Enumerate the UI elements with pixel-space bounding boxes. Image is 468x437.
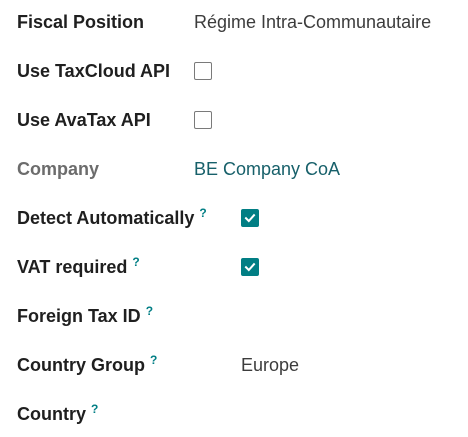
field-vat-required: VAT required? (0, 255, 468, 285)
field-foreign-tax-id: Foreign Tax ID? (0, 304, 468, 334)
fiscal-position-label: Fiscal Position (17, 12, 145, 32)
use-avatax-label: Use AvaTax API (17, 110, 151, 130)
foreign-tax-id-label: Foreign Tax ID? (17, 304, 153, 328)
company-label: Company (17, 159, 100, 179)
country-group-label: Country Group? (17, 353, 157, 377)
fiscal-position-value[interactable]: Régime Intra-Communautaire (194, 10, 431, 34)
vat-required-label: VAT required? (17, 255, 140, 279)
country-label: Country? (17, 402, 98, 426)
field-country: Country? (0, 402, 468, 432)
field-company: Company BE Company CoA (0, 157, 468, 187)
help-icon[interactable]: ? (146, 304, 153, 318)
company-link[interactable]: BE Company CoA (194, 157, 340, 181)
country-group-text: Country Group (17, 355, 145, 375)
use-taxcloud-label: Use TaxCloud API (17, 61, 171, 81)
vat-required-text: VAT required (17, 257, 128, 277)
field-country-group: Country Group? Europe (0, 353, 468, 383)
vat-required-checkbox[interactable] (241, 258, 259, 276)
check-icon (244, 213, 256, 223)
field-use-avatax: Use AvaTax API (0, 108, 468, 138)
detect-automatically-text: Detect Automatically (17, 208, 195, 228)
foreign-tax-id-text: Foreign Tax ID (17, 306, 141, 326)
country-text: Country (17, 404, 86, 424)
help-icon[interactable]: ? (91, 402, 98, 416)
detect-automatically-label: Detect Automatically? (17, 206, 207, 230)
help-icon[interactable]: ? (132, 255, 139, 269)
detect-automatically-checkbox[interactable] (241, 209, 259, 227)
field-detect-automatically: Detect Automatically? (0, 206, 468, 236)
field-use-taxcloud: Use TaxCloud API (0, 59, 468, 89)
help-icon[interactable]: ? (199, 206, 206, 220)
country-group-value[interactable]: Europe (241, 353, 299, 377)
use-taxcloud-checkbox[interactable] (194, 62, 212, 80)
use-avatax-checkbox[interactable] (194, 111, 212, 129)
field-fiscal-position: Fiscal Position Régime Intra-Communautai… (0, 10, 468, 40)
help-icon[interactable]: ? (150, 353, 157, 367)
check-icon (244, 262, 256, 272)
